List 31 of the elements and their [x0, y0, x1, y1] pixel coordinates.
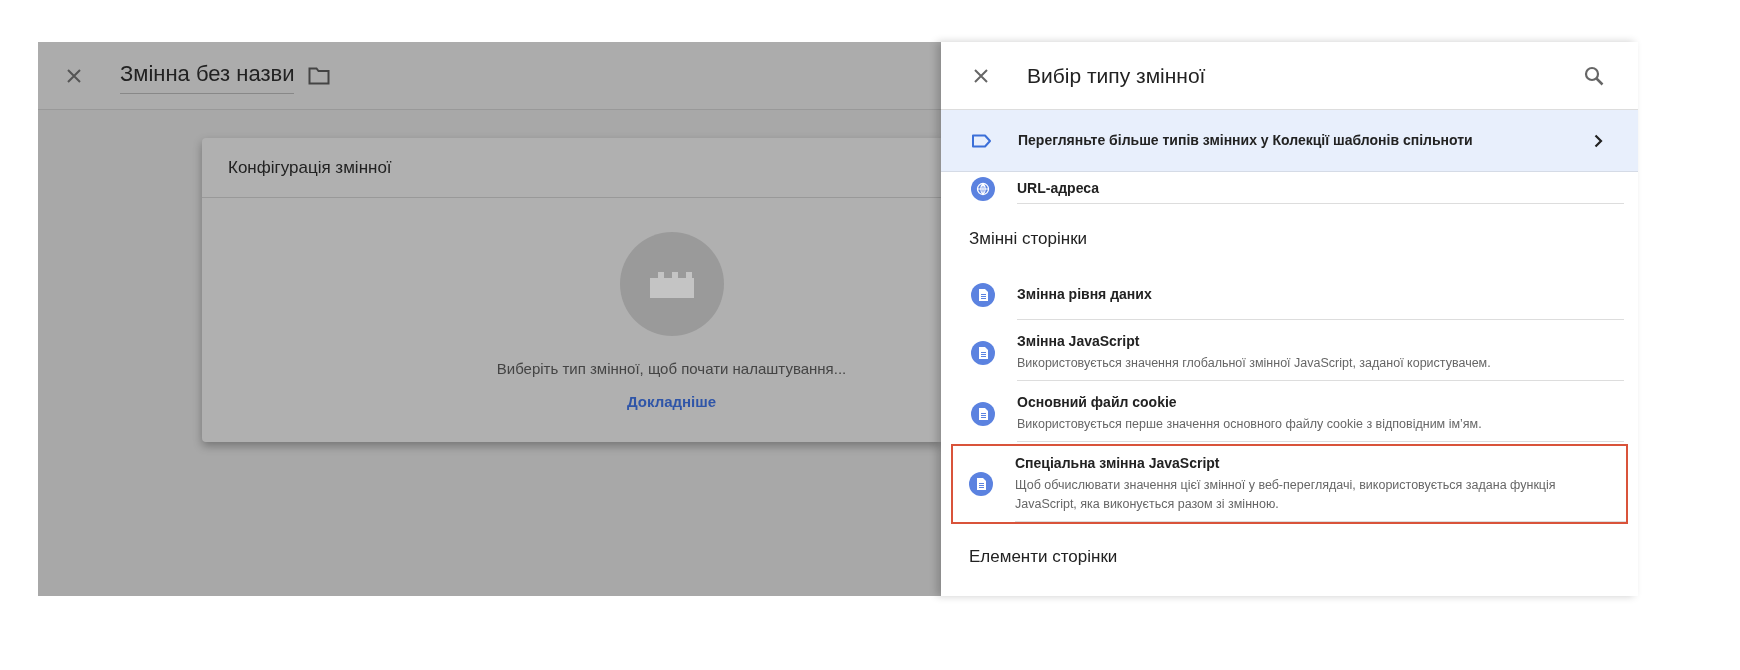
- variable-type-item[interactable]: URL-адреса: [953, 172, 1626, 206]
- item-description: Використовується значення глобальної змінної JavaScript, заданої користувачем.: [1017, 355, 1492, 372]
- item-description: Використовується перше значення основного файлу cookie з відповідним ім’ям.: [1017, 416, 1483, 433]
- chevron-right-icon: [1594, 133, 1603, 148]
- document-icon: [971, 401, 995, 426]
- item-title: Змінна рівня даних: [1017, 285, 1153, 304]
- item-description: Щоб обчислювати значення цієї змінної у веб-переглядачі, використовується задана функція JavaScript, яка виконується разом зі змінною.: [1015, 477, 1557, 513]
- section-heading: Змінні сторінки: [969, 228, 1088, 251]
- prompt-text: Виберіть тип змінної, щоб почати налаштування...: [496, 359, 847, 379]
- globe-icon: [971, 177, 995, 201]
- tag-icon: [971, 133, 992, 148]
- document-icon: [971, 340, 995, 365]
- item-title: URL-адреса: [1017, 179, 1100, 198]
- panel-title: Вибір типу змінної: [1027, 62, 1206, 89]
- variable-type-item[interactable]: Спеціальна змінна JavaScript Щоб обчислювати значення цієї змінної у веб-переглядачі, використовується задана функція JavaScript, яка виконується разом зі змінною.: [951, 444, 1628, 524]
- item-title: Основний файл cookie: [1017, 393, 1178, 412]
- document-icon: [971, 283, 995, 307]
- close-icon[interactable]: [66, 67, 82, 84]
- item-title: Спеціальна змінна JavaScript: [1015, 454, 1221, 473]
- search-icon[interactable]: [1584, 65, 1604, 86]
- community-gallery-banner[interactable]: Перегляньте більше типів змінних у Колекції шаблонів спільноти: [941, 110, 1638, 172]
- section-heading: Елементи сторінки: [969, 546, 1118, 569]
- card-title: Конфігурація змінної: [228, 156, 392, 179]
- variable-type-item[interactable]: Змінна JavaScript Використовується значення глобальної змінної JavaScript, заданої користувачем.: [953, 322, 1626, 383]
- document-icon: [969, 472, 993, 496]
- variable-type-item[interactable]: Змінна рівня даних: [953, 268, 1626, 322]
- variable-name-field[interactable]: Змінна без назви: [120, 57, 295, 94]
- close-icon[interactable]: [973, 67, 989, 84]
- variable-type-item[interactable]: Основний файл cookie Використовується перше значення основного файлу cookie з відповідним ім’ям.: [953, 383, 1626, 444]
- item-title: Змінна JavaScript: [1017, 332, 1141, 351]
- folder-icon[interactable]: [308, 66, 331, 85]
